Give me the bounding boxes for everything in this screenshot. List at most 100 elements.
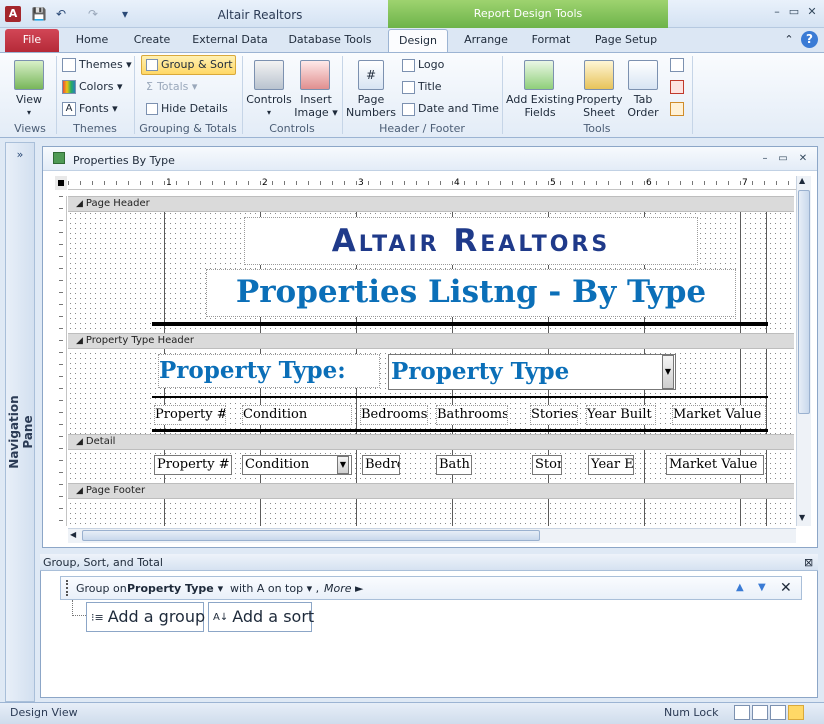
tab-create[interactable]: Create [126, 29, 178, 52]
nav-pane-toggle-icon[interactable]: » [12, 148, 28, 162]
tab-format[interactable]: Format [524, 29, 578, 52]
view-dropdown-icon[interactable]: ▾ [22, 106, 36, 119]
undo-icon[interactable]: ↶ [52, 5, 70, 23]
logo-button[interactable]: Logo [402, 58, 444, 72]
title-button[interactable]: Title [402, 80, 442, 94]
ruler-corner[interactable] [55, 176, 67, 190]
detail-field-market-value[interactable]: Market Value [666, 455, 764, 475]
report-horizontal-scrollbar[interactable]: ◀ [68, 528, 796, 543]
close-button[interactable]: ✕ [804, 5, 820, 19]
tab-external-data[interactable]: External Data [188, 29, 272, 52]
hide-details-button[interactable]: Hide Details [146, 102, 228, 115]
company-title-label[interactable]: Altair Realtors [244, 217, 698, 265]
column-header-property-number[interactable]: Property # [154, 405, 226, 425]
navigation-pane-label[interactable]: Navigation Pane [7, 384, 35, 480]
help-icon[interactable]: ? [801, 31, 818, 48]
horizontal-ruler[interactable] [68, 176, 796, 190]
more-options-link[interactable]: More ► [324, 582, 363, 595]
tab-page-setup[interactable]: Page Setup [586, 29, 666, 52]
collapse-ribbon-icon[interactable]: ⌃ [782, 33, 796, 47]
tab-order-icon[interactable] [628, 60, 658, 90]
minimize-button[interactable]: – [769, 5, 785, 19]
restore-button[interactable]: ▭ [786, 5, 802, 19]
convert-macros-icon[interactable] [670, 102, 684, 116]
subreport-icon[interactable] [670, 58, 684, 72]
vertical-ruler[interactable] [55, 196, 67, 526]
tab-order-label-2[interactable]: Order [624, 106, 662, 119]
page-numbers-icon[interactable]: # [358, 60, 384, 90]
scroll-up-icon[interactable]: ▲ [799, 176, 805, 185]
property-type-dropdown-icon[interactable]: ▼ [662, 355, 674, 389]
section-bar-page-footer[interactable]: ◢ Page Footer [68, 483, 794, 499]
customize-qat-icon[interactable]: ▾ [116, 5, 134, 23]
add-group-button[interactable]: ⁝≡ Add a group [86, 602, 205, 632]
add-sort-button[interactable]: A↓ Add a sort [208, 602, 314, 632]
gst-close-icon[interactable]: ⊠ [804, 556, 813, 569]
themes-button[interactable]: Themes ▾ [62, 58, 132, 72]
column-header-condition[interactable]: Condition [242, 405, 352, 425]
access-app-icon[interactable]: A [5, 6, 21, 22]
report-design-canvas[interactable]: ◢ Page Header Altair Realtors Properties … [68, 196, 794, 526]
controls-dropdown-icon[interactable]: ▾ [262, 106, 276, 119]
tab-arrange[interactable]: Arrange [456, 29, 516, 52]
detail-field-property-number[interactable]: Property # [154, 455, 232, 475]
group-field-select[interactable]: Property Type ▾ [127, 582, 223, 595]
column-header-year-built[interactable]: Year Built [586, 405, 656, 425]
totals-button[interactable]: Σ Totals ▾ [146, 80, 197, 93]
detail-field-bathrooms[interactable]: Bath: [436, 455, 472, 475]
add-existing-fields-label-2[interactable]: Fields [506, 106, 574, 119]
view-icon[interactable] [14, 60, 44, 90]
section-bar-page-header[interactable]: ◢ Page Header [68, 196, 794, 212]
tab-file[interactable]: File [5, 29, 59, 52]
add-existing-fields-icon[interactable] [524, 60, 554, 90]
report-close-button[interactable]: ✕ [796, 153, 810, 165]
drag-handle-icon[interactable] [66, 580, 69, 596]
report-restore-button[interactable]: ▭ [776, 153, 790, 165]
property-sheet-icon[interactable] [584, 60, 614, 90]
tab-design[interactable]: Design [388, 29, 448, 52]
move-up-icon[interactable]: ▲ [736, 582, 744, 593]
insert-image-icon[interactable] [300, 60, 330, 90]
detail-field-condition[interactable]: Condition [242, 455, 352, 475]
horizontal-scroll-thumb[interactable] [82, 530, 540, 541]
scroll-left-icon[interactable]: ◀ [70, 530, 76, 539]
page-numbers-label-1[interactable]: Page [348, 93, 394, 106]
print-preview-icon[interactable] [752, 705, 768, 720]
colors-button[interactable]: Colors ▾ [62, 80, 122, 94]
report-vertical-scrollbar[interactable]: ▲ ▼ [796, 176, 811, 526]
section-bar-property-type-header[interactable]: ◢ Property Type Header [68, 333, 794, 349]
move-down-icon[interactable]: ▼ [758, 582, 766, 593]
group-sort-button[interactable]: Group & Sort [141, 55, 236, 75]
property-type-label[interactable]: Property Type: [158, 354, 380, 388]
sort-order-select[interactable]: with A on top ▾ , [230, 582, 319, 595]
property-sheet-label-2[interactable]: Sheet [576, 106, 622, 119]
report-heading-label[interactable]: Properties Listng - By Type [206, 269, 736, 317]
tab-database-tools[interactable]: Database Tools [282, 29, 378, 52]
condition-dropdown-icon[interactable]: ▼ [337, 456, 349, 474]
insert-image-label-2[interactable]: Image ▾ [290, 106, 342, 119]
detail-field-stories[interactable]: Stor [532, 455, 562, 475]
date-time-button[interactable]: Date and Time [402, 102, 499, 116]
property-type-combo[interactable]: Property Type [388, 354, 676, 390]
detail-field-year-built[interactable]: Year E [588, 455, 634, 475]
column-header-stories[interactable]: Stories [530, 405, 578, 425]
controls-icon[interactable] [254, 60, 284, 90]
vertical-scroll-thumb[interactable] [798, 190, 810, 414]
redo-icon[interactable]: ↷ [84, 5, 102, 23]
controls-button[interactable]: Controls [244, 93, 294, 106]
view-code-icon[interactable] [670, 80, 684, 94]
section-bar-detail[interactable]: ◢ Detail [68, 434, 794, 450]
report-minimize-button[interactable]: – [758, 153, 772, 165]
column-header-top-line[interactable] [152, 396, 768, 398]
column-header-market-value[interactable]: Market Value [672, 405, 766, 425]
save-icon[interactable]: 💾 [30, 5, 48, 23]
fonts-button[interactable]: A Fonts ▾ [62, 102, 118, 116]
property-sheet-label-1[interactable]: Property [576, 93, 623, 106]
column-header-bottom-line[interactable] [152, 429, 768, 432]
tab-home[interactable]: Home [68, 29, 116, 52]
detail-field-bedrooms[interactable]: Bedrc [362, 455, 400, 475]
tab-order-label-1[interactable]: Tab [624, 93, 662, 106]
column-header-bedrooms[interactable]: Bedrooms [360, 405, 428, 425]
design-view-icon[interactable] [788, 705, 804, 720]
column-header-bathrooms[interactable]: Bathrooms [436, 405, 508, 425]
